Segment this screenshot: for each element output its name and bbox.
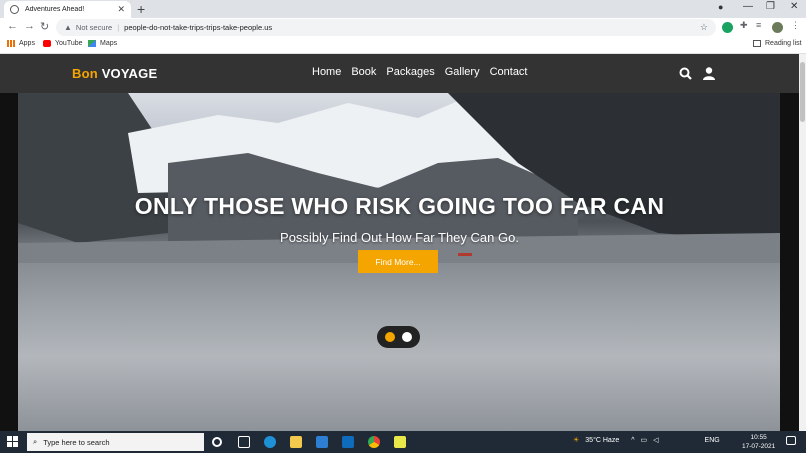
- weather-icon: ☀: [573, 437, 580, 444]
- maps-icon: [88, 40, 96, 47]
- page-scrollbar[interactable]: [799, 54, 806, 431]
- browser-tab-strip: Adventures Ahead! ✕ + ● — ❐ ✕: [0, 0, 806, 18]
- reading-list-label: Reading list: [765, 40, 802, 47]
- file-explorer-icon[interactable]: [290, 436, 302, 448]
- tab-close-icon[interactable]: ✕: [117, 4, 125, 15]
- profile-avatar[interactable]: [772, 22, 783, 33]
- notifications-icon[interactable]: [786, 436, 796, 445]
- clock-date: 17-07-2021: [742, 443, 776, 450]
- scrollbar-thumb[interactable]: [800, 62, 805, 122]
- user-icon[interactable]: [703, 67, 715, 80]
- bookmark-star-icon[interactable]: ☆: [700, 22, 708, 33]
- tab-search-icon[interactable]: ●: [718, 2, 723, 12]
- carousel-dot-2[interactable]: [402, 332, 412, 342]
- bookmark-label: Apps: [19, 40, 35, 47]
- system-tray: ☀ 35°C Haze ^ ▭ ◁ ENG: [573, 436, 720, 445]
- terminal-app-icon[interactable]: [394, 436, 406, 448]
- close-window-button[interactable]: ✕: [790, 1, 798, 12]
- chevron-up-icon[interactable]: ^: [631, 437, 634, 444]
- forward-icon[interactable]: →: [24, 20, 35, 32]
- grammarly-extension-icon[interactable]: [722, 22, 733, 33]
- hero-title: ONLY THOSE WHO RISK GOING TOO FAR CAN: [134, 193, 665, 219]
- chrome-icon[interactable]: [368, 436, 380, 448]
- globe-icon: [10, 5, 19, 14]
- clock-time: 10:55: [750, 434, 767, 441]
- url-text: people-do-not-take-trips-trips-take-peop…: [124, 23, 273, 32]
- main-nav: Home Book Packages Gallery Contact: [312, 66, 528, 78]
- browser-toolbar: ← → ↻ ▲ Not secure | people-do-not-take-…: [0, 18, 806, 37]
- taskbar-search-placeholder: Type here to search: [43, 437, 110, 447]
- volume-icon[interactable]: ◁: [653, 436, 658, 444]
- address-bar[interactable]: ▲ Not secure | people-do-not-take-trips-…: [56, 19, 716, 36]
- maximize-button[interactable]: ❐: [766, 1, 775, 12]
- nav-link-home[interactable]: Home: [312, 66, 341, 78]
- weather-text[interactable]: 35°C Haze: [585, 437, 619, 444]
- taskbar-clock[interactable]: 10:55 17-07-2021: [742, 433, 775, 451]
- windows-taskbar: ⌕ Type here to search ☀ 35°C Haze ^ ▭ ◁ …: [0, 431, 806, 453]
- bookmark-apps[interactable]: Apps: [7, 40, 35, 47]
- logo-part-1: Bon: [72, 66, 98, 81]
- apps-grid-icon: [7, 40, 15, 47]
- search-icon: ⌕: [33, 437, 38, 446]
- find-more-button[interactable]: Find More...: [358, 250, 438, 273]
- warning-icon: ▲: [64, 23, 72, 32]
- youtube-icon: [43, 40, 51, 47]
- nav-link-contact[interactable]: Contact: [490, 66, 528, 78]
- hero-carousel: ONLY THOSE WHO RISK GOING TOO FAR CAN Po…: [0, 93, 799, 431]
- language-indicator[interactable]: ENG: [705, 437, 720, 444]
- nav-link-packages[interactable]: Packages: [386, 66, 434, 78]
- security-status: Not secure: [75, 23, 113, 32]
- bookmarks-bar: Apps YouTube Maps Reading list: [0, 37, 806, 54]
- network-icon[interactable]: ▭: [641, 436, 648, 444]
- reload-icon[interactable]: ↻: [40, 20, 49, 33]
- reading-list-button[interactable]: Reading list: [753, 40, 802, 47]
- carousel-dot-1[interactable]: [385, 332, 395, 342]
- bookmark-label: Maps: [100, 40, 118, 47]
- site-navbar: Bon VOYAGE Home Book Packages Gallery Co…: [0, 54, 799, 93]
- site-logo[interactable]: Bon VOYAGE: [72, 66, 157, 81]
- carousel-indicators: [377, 326, 420, 348]
- reading-list-icon: [753, 40, 761, 47]
- back-icon[interactable]: ←: [7, 20, 18, 32]
- minimize-button[interactable]: —: [743, 1, 753, 12]
- store-icon[interactable]: [342, 436, 354, 448]
- extensions-puzzle-icon[interactable]: ✚: [740, 20, 751, 31]
- kayak: [458, 253, 472, 256]
- media-control-icon[interactable]: ≡: [756, 20, 767, 31]
- task-view-icon[interactable]: [238, 436, 250, 448]
- nav-link-gallery[interactable]: Gallery: [445, 66, 480, 78]
- browser-tab[interactable]: Adventures Ahead! ✕: [4, 1, 131, 18]
- bookmark-label: YouTube: [55, 40, 83, 47]
- new-tab-button[interactable]: +: [137, 1, 145, 17]
- more-menu-icon[interactable]: ⋮: [791, 20, 802, 31]
- nav-link-book[interactable]: Book: [351, 66, 376, 78]
- windows-start-icon[interactable]: [7, 436, 18, 447]
- taskbar-search-input[interactable]: ⌕ Type here to search: [27, 433, 204, 451]
- hero-subtitle: Possibly Find Out How Far They Can Go.: [280, 230, 519, 245]
- edge-icon[interactable]: [264, 436, 276, 448]
- search-icon[interactable]: [679, 67, 692, 80]
- bookmark-maps[interactable]: Maps: [88, 40, 117, 47]
- bookmark-youtube[interactable]: YouTube: [43, 40, 83, 47]
- mail-icon[interactable]: [316, 436, 328, 448]
- tab-title: Adventures Ahead!: [25, 6, 85, 13]
- cortana-icon[interactable]: [212, 437, 222, 447]
- logo-part-2: VOYAGE: [101, 66, 158, 81]
